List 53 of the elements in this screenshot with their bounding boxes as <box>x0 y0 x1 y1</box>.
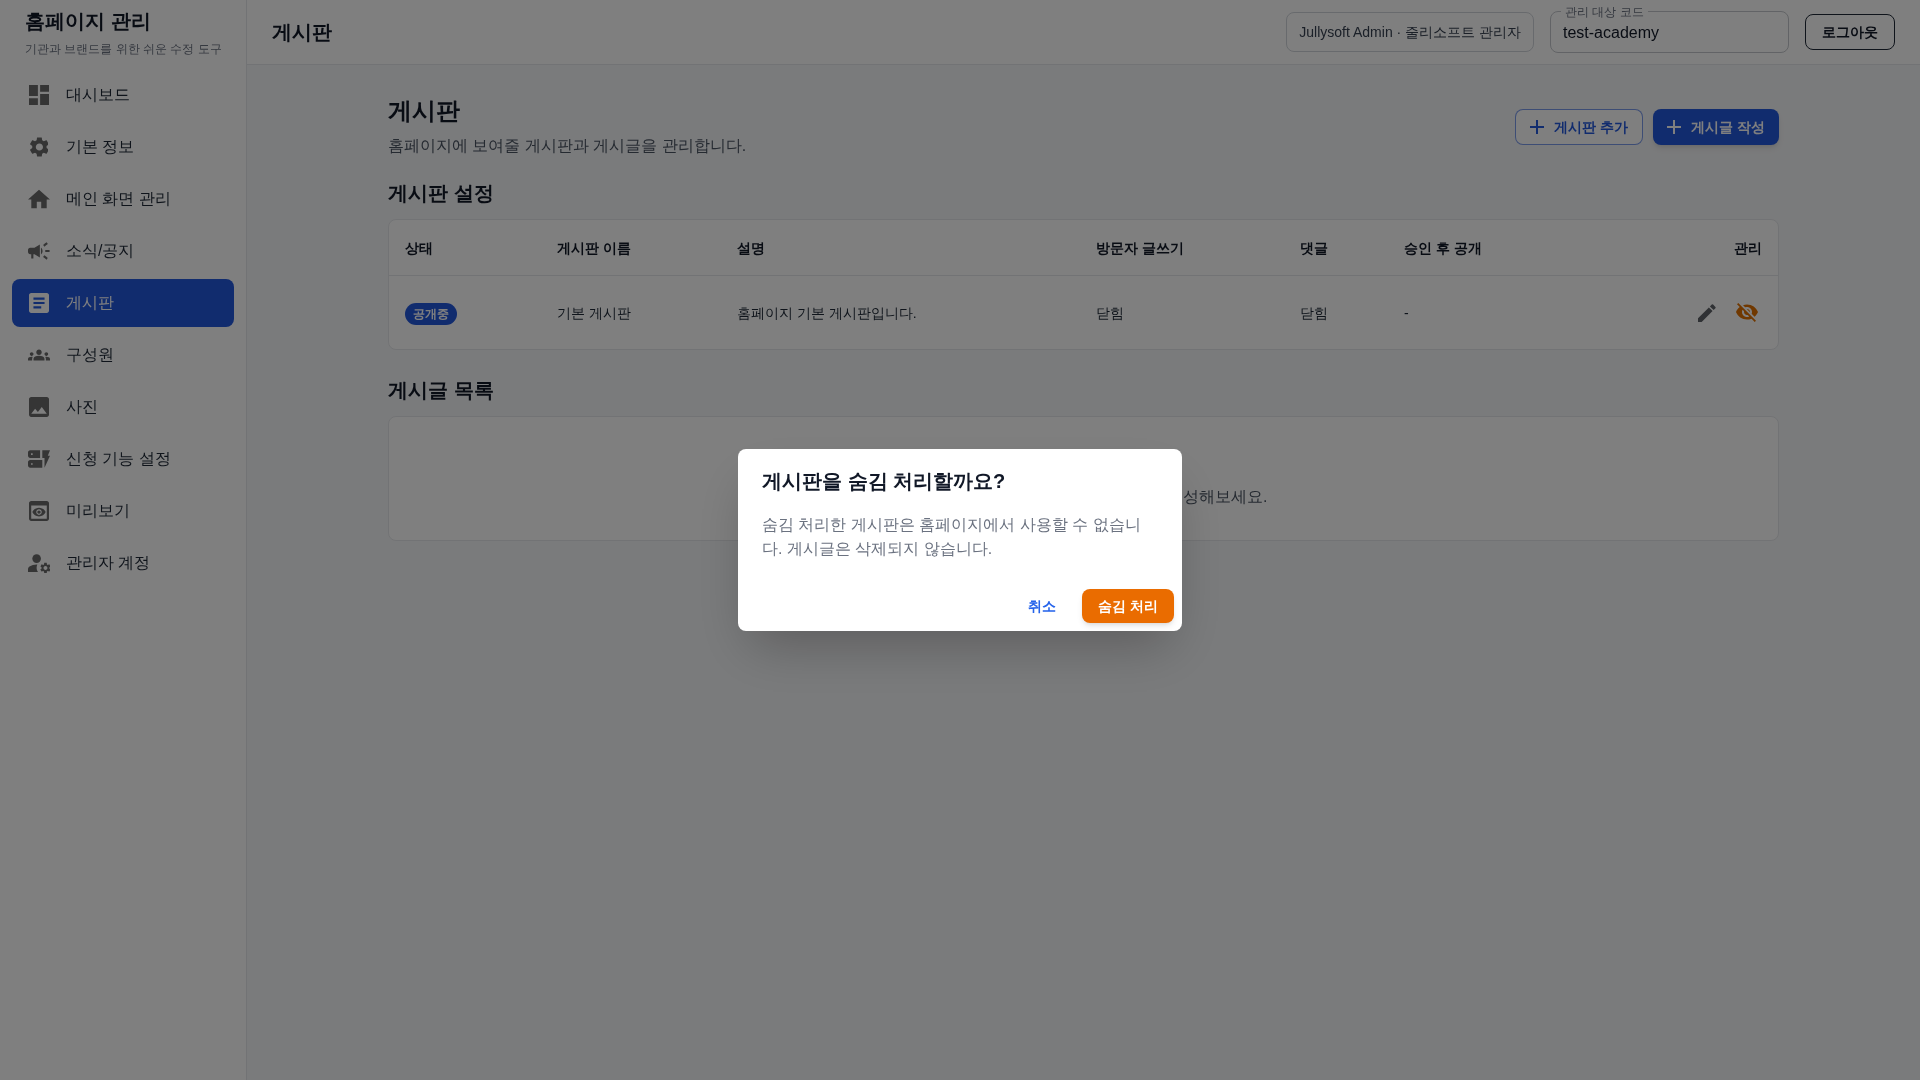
megaphone-icon <box>28 241 50 261</box>
sidebar-item[interactable]: 구성원 <box>12 331 234 379</box>
field-label: 관리 대상 코드 <box>1564 3 1645 20</box>
account-label: Jullysoft Admin · 줄리소프트 관리자 <box>1286 12 1534 52</box>
sidebar-item[interactable]: 미리보기 <box>12 487 234 535</box>
column-header: 설명 <box>737 238 766 258</box>
table-cell-text: 홈페이지 기본 게시판입니다. <box>737 303 918 323</box>
table-cell-text: 기본 게시판 <box>557 303 632 323</box>
sidebar-item[interactable]: 메인 화면 관리 <box>12 175 234 223</box>
eye-window-icon <box>29 501 49 521</box>
plus-icon <box>1667 120 1682 134</box>
table-cell-text: 닫힘 <box>1096 303 1125 323</box>
page-description: 홈페이지에 보여줄 게시판과 게시글을 관리합니다. <box>388 136 747 156</box>
sidebar-item[interactable]: 신청 기능 설정 <box>12 435 234 483</box>
column-header: 게시판 이름 <box>557 238 632 258</box>
image-icon <box>29 397 49 417</box>
table-cell-text: - <box>1404 303 1410 323</box>
dashboard-icon <box>29 85 49 105</box>
pencil-icon[interactable] <box>1698 303 1716 322</box>
logout-button[interactable]: 로그아웃 <box>1805 14 1895 50</box>
column-header: 승인 후 공개 <box>1404 238 1483 258</box>
column-header: 댓글 <box>1300 238 1329 258</box>
page-header-title: 게시판 <box>272 20 332 45</box>
sidebar-title: 홈페이지 관리 <box>25 9 152 34</box>
user-gear-icon <box>28 553 50 573</box>
status-badge: 공개중 <box>405 302 457 325</box>
action-button[interactable]: 게시판 추가 <box>1515 109 1644 145</box>
page-title: 게시판 <box>388 96 461 126</box>
action-button[interactable]: 게시글 작성 <box>1653 109 1779 145</box>
sidebar-item[interactable]: 게시판 <box>12 279 234 327</box>
settings-icon <box>29 137 49 157</box>
cancel-button[interactable]: 취소 <box>1010 589 1075 623</box>
sidebar-item[interactable]: 소식/공지 <box>12 227 234 275</box>
dialog-message: 숨김 처리한 게시판은 홈페이지에서 사용할 수 없습니다. 게시글은 삭제되지 않습니다. <box>761 515 1142 559</box>
sidebar-item[interactable]: 사진 <box>12 383 234 431</box>
form-bolt-icon <box>28 449 50 469</box>
empty-message: 성해보세요. <box>1183 487 1269 507</box>
column-header: 관리 <box>1734 238 1762 258</box>
sidebar-subtitle: 기관과 브랜드를 위한 쉬운 수정 도구 <box>25 41 223 57</box>
section-title: 게시글 목록 <box>388 378 495 403</box>
column-header: 상태 <box>405 238 434 258</box>
column-header: 방문자 글쓰기 <box>1096 238 1185 258</box>
table-cell-text: 닫힘 <box>1300 303 1329 323</box>
confirm-button[interactable]: 숨김 처리 <box>1082 589 1174 623</box>
plus-icon <box>1530 120 1545 134</box>
sidebar-item[interactable]: 기본 정보 <box>12 123 234 171</box>
sidebar-item[interactable]: 관리자 계정 <box>12 539 234 587</box>
home-icon <box>28 189 50 209</box>
eye-off-icon[interactable] <box>1736 303 1758 322</box>
sidebar-item[interactable]: 대시보드 <box>12 71 234 119</box>
dialog-title: 게시판을 숨김 처리할까요? <box>761 469 1007 494</box>
section-title: 게시판 설정 <box>388 181 495 206</box>
document-icon <box>29 293 49 313</box>
